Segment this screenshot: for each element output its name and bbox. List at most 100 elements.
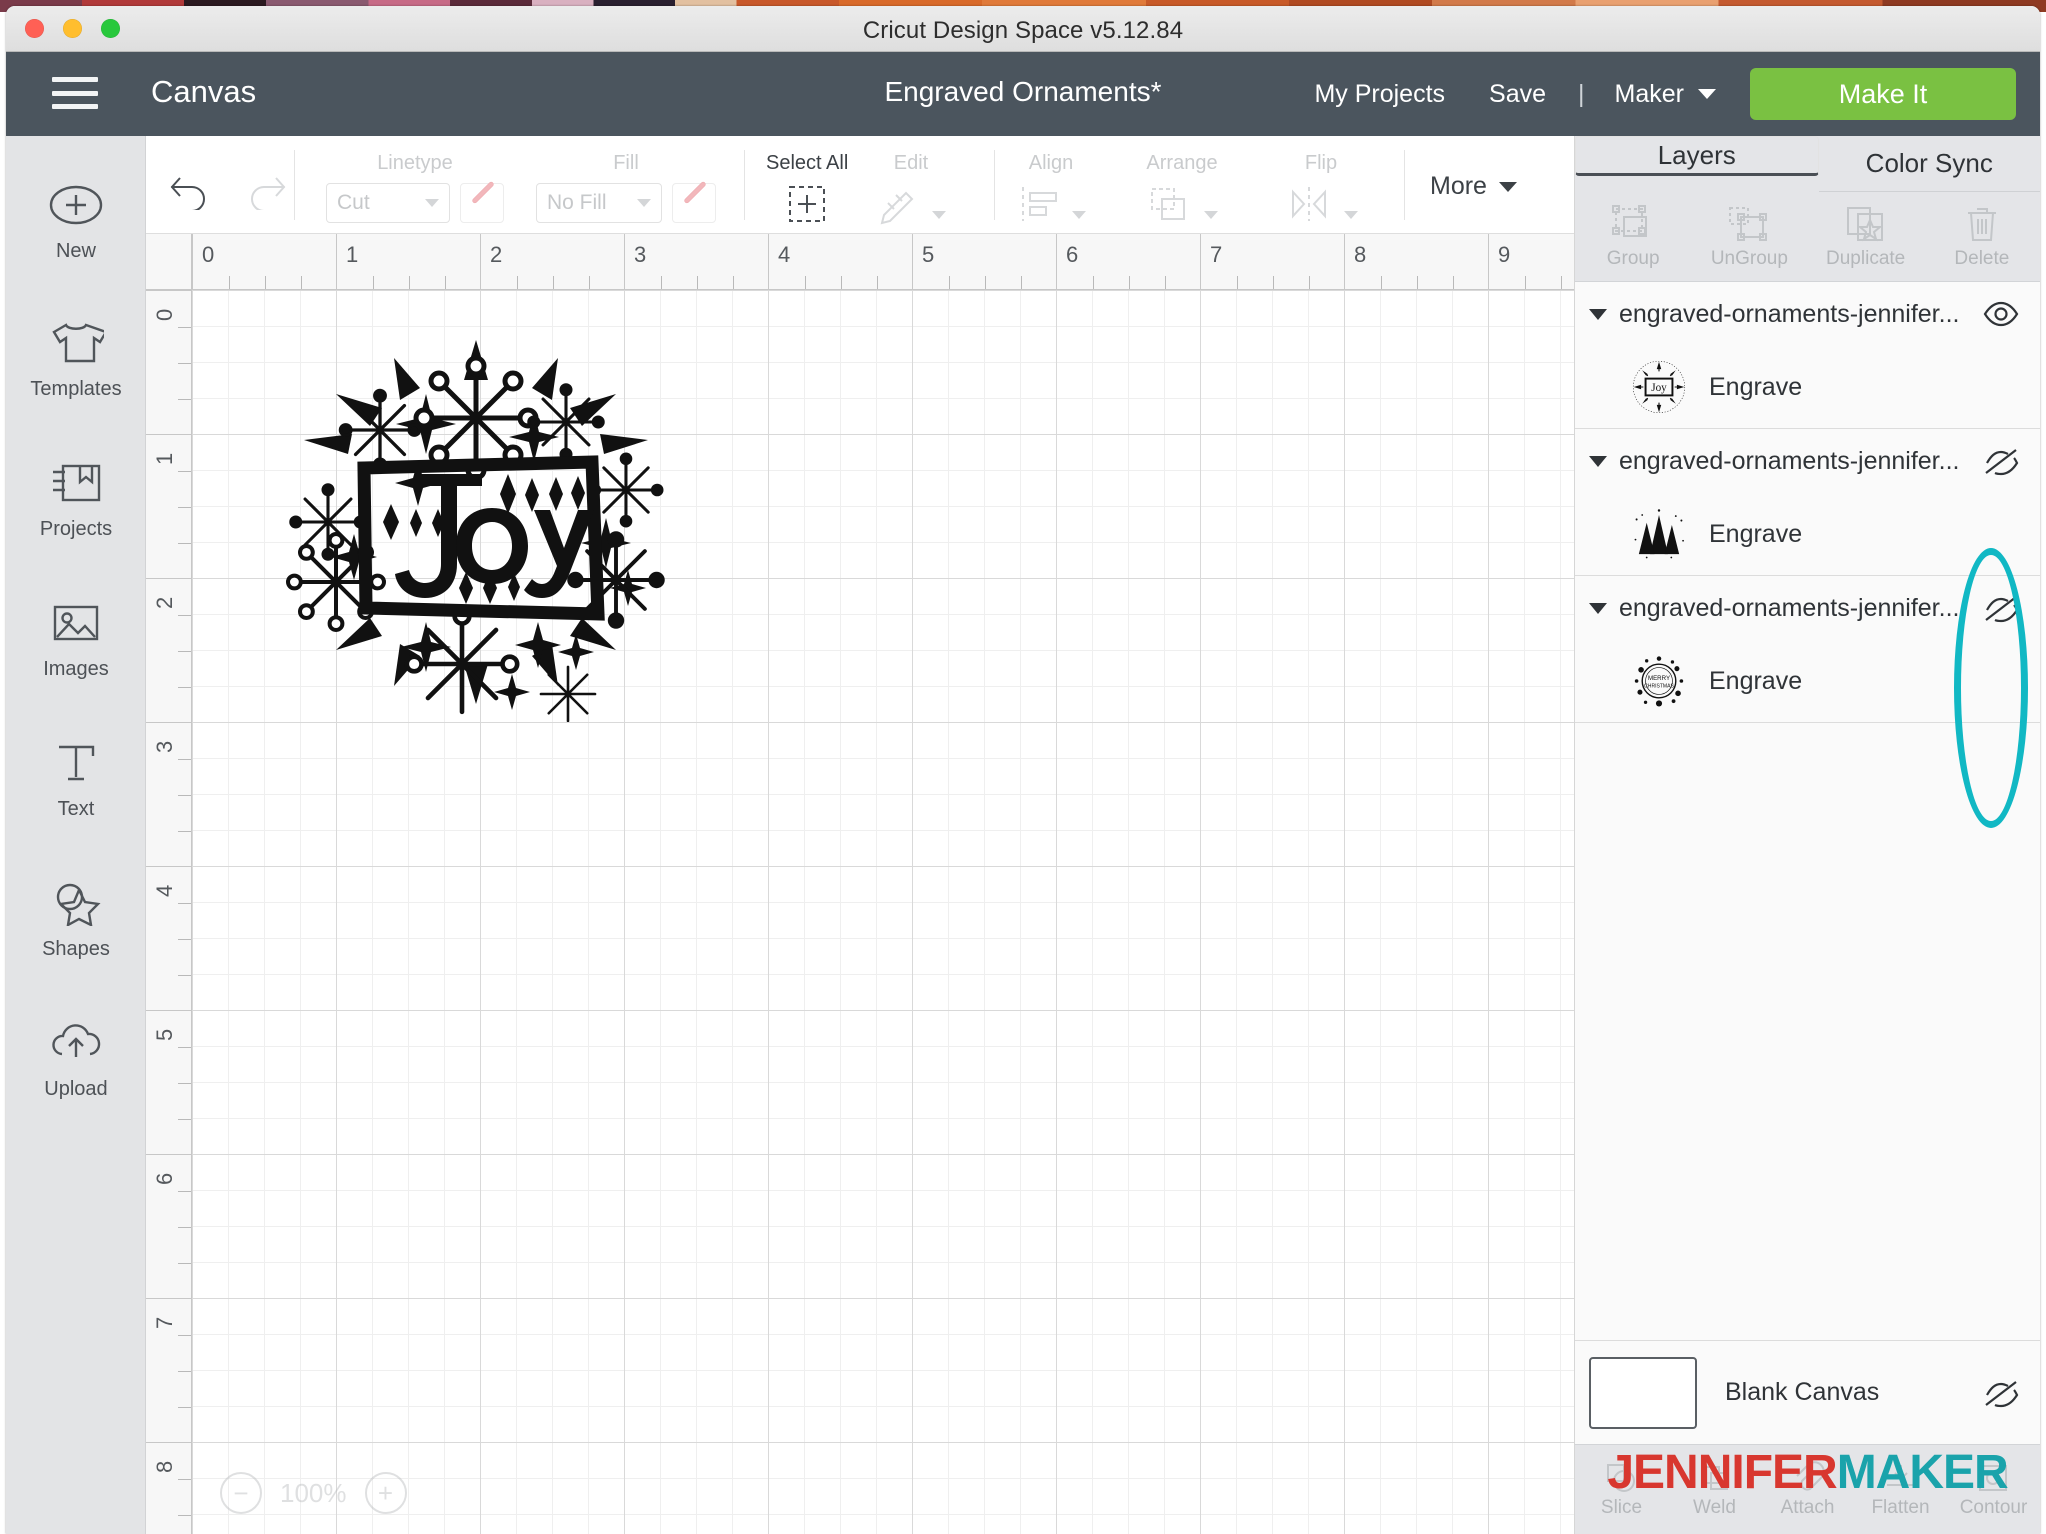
edit-icon[interactable] — [876, 183, 922, 225]
zoom-in-button[interactable]: + — [364, 1472, 407, 1514]
flip-icon[interactable] — [1284, 183, 1334, 225]
ruler-h-inch: 5 — [912, 234, 1056, 289]
tab-color-sync[interactable]: Color Sync — [1818, 136, 2040, 192]
fill-caption: Fill — [613, 152, 639, 174]
ruler-tick — [178, 615, 191, 616]
fill-value: No Fill — [547, 191, 607, 214]
ruler-tick — [1273, 276, 1274, 289]
ruler-tick — [178, 1335, 191, 1336]
chevron-down-icon[interactable] — [1072, 211, 1086, 219]
my-projects-button[interactable]: My Projects — [1292, 80, 1467, 109]
linetype-select[interactable]: Cut — [326, 183, 450, 223]
ruler-h-label: 9 — [1498, 242, 1511, 267]
layer-name: engraved-ornaments-jennifer... — [1619, 593, 1960, 622]
weld-button[interactable]: Weld — [1668, 1445, 1761, 1534]
sidebar-item-templates[interactable]: Templates — [6, 314, 146, 401]
chevron-down-icon[interactable] — [1204, 211, 1218, 219]
sidebar-item-shapes[interactable]: Shapes — [6, 874, 146, 961]
ruler-v-label: 2 — [152, 596, 177, 609]
attach-icon — [1795, 1460, 1825, 1491]
ruler-v-label: 8 — [152, 1460, 177, 1473]
ruler-h-label: 5 — [922, 242, 935, 267]
make-it-button[interactable]: Make It — [1750, 68, 2016, 120]
cloud-upload-icon — [6, 1014, 146, 1072]
ungroup-label: UnGroup — [1710, 247, 1788, 269]
svg-text:Joy: Joy — [1651, 382, 1667, 394]
layer-name: engraved-ornaments-jennifer... — [1619, 299, 1960, 328]
contour-button[interactable]: Contour — [1947, 1445, 2040, 1534]
joy-ornament-design[interactable] — [276, 322, 676, 722]
canvas-grid[interactable]: − 100% + — [192, 290, 1574, 1534]
layer-tools: Group UnGroup Duplicate Delete — [1575, 192, 2040, 282]
ruler-tick — [1237, 276, 1238, 289]
blank-canvas-row[interactable]: Blank Canvas — [1575, 1340, 2040, 1444]
slice-label: Slice — [1600, 1496, 1643, 1518]
star-shapes-icon — [6, 874, 146, 932]
duplicate-icon — [1846, 206, 1883, 241]
sidebar-item-upload[interactable]: Upload — [6, 1014, 146, 1101]
chevron-down-icon[interactable] — [932, 211, 946, 219]
ruler-tick — [178, 759, 191, 760]
layer-row[interactable]: Engrave — [1575, 493, 2040, 575]
save-button[interactable]: Save — [1467, 80, 1568, 109]
layer-operation: Engrave — [1709, 372, 1803, 401]
eye-slash-icon[interactable] — [1982, 1378, 2020, 1408]
linetype-color-swatch[interactable] — [460, 183, 504, 223]
delete-button[interactable]: Delete — [1924, 192, 2040, 281]
zoom-level: 100% — [280, 1477, 347, 1508]
sidebar-item-images[interactable]: Images — [6, 594, 146, 681]
ruler-h-label: 7 — [1210, 242, 1223, 267]
layer-header[interactable]: engraved-ornaments-jennifer... — [1575, 429, 2040, 493]
ruler-v-label: 4 — [152, 884, 177, 897]
sidebar-item-new[interactable]: New — [6, 176, 146, 263]
ruler-tick — [178, 1083, 191, 1084]
flatten-button[interactable]: Flatten — [1854, 1445, 1947, 1534]
fill-select[interactable]: No Fill — [536, 183, 662, 223]
ruler-tick — [373, 276, 374, 289]
ungroup-button[interactable]: UnGroup — [1691, 192, 1807, 281]
eye-icon[interactable] — [1982, 299, 2020, 329]
arrange-icon[interactable] — [1146, 183, 1194, 225]
layer-row[interactable]: MERRY CHRISTMAS Engrave — [1575, 640, 2040, 722]
layer-row[interactable]: Joy Engrave — [1575, 346, 2040, 428]
ruler-tick — [178, 1263, 191, 1264]
ruler-tick — [517, 276, 518, 289]
attach-label: Attach — [1780, 1496, 1835, 1518]
sidebar-item-projects[interactable]: Projects — [6, 454, 146, 541]
fill-color-swatch[interactable] — [672, 183, 716, 223]
sidebar-item-text[interactable]: Text — [6, 734, 146, 821]
chevron-down-icon[interactable] — [1589, 308, 1607, 320]
group-button[interactable]: Group — [1575, 192, 1691, 281]
align-icon[interactable] — [1016, 183, 1062, 225]
layer-header[interactable]: engraved-ornaments-jennifer... — [1575, 282, 2040, 346]
duplicate-button[interactable]: Duplicate — [1808, 192, 1924, 281]
chevron-down-icon[interactable] — [1589, 602, 1607, 614]
select-all-icon[interactable] — [785, 183, 829, 225]
svg-text:MERRY: MERRY — [1648, 675, 1670, 682]
slice-button[interactable]: Slice — [1575, 1445, 1668, 1534]
machine-selector[interactable]: Maker — [1595, 80, 1736, 109]
blank-canvas-swatch[interactable] — [1589, 1356, 1697, 1429]
tab-layers[interactable]: Layers — [1575, 136, 1819, 176]
ruler-tick — [1129, 276, 1130, 289]
eye-slash-icon[interactable] — [1982, 593, 2020, 623]
design-canvas-area[interactable]: 0123456789 012345678 − 100% + — [146, 234, 1574, 1534]
attach-button[interactable]: Attach — [1761, 1445, 1854, 1534]
header-actions: My Projects Save | Maker Make It — [1292, 52, 2016, 136]
ruler-v-label: 6 — [152, 1172, 177, 1185]
ruler-tick — [178, 1119, 191, 1120]
ruler-v-inch: 5 — [146, 1010, 191, 1154]
ruler-tick — [229, 276, 230, 289]
ruler-h-inch: 9 — [1488, 234, 1574, 289]
eye-slash-icon[interactable] — [1982, 446, 2020, 476]
zoom-out-button[interactable]: − — [220, 1472, 262, 1514]
redo-icon[interactable] — [242, 166, 290, 210]
chevron-down-icon[interactable] — [1589, 455, 1607, 467]
ruler-tick — [178, 1407, 191, 1408]
layer-header[interactable]: engraved-ornaments-jennifer... — [1575, 576, 2040, 640]
workspace: New Templates Projects Images Text Shape… — [6, 136, 2040, 1534]
ruler-tick — [178, 795, 191, 796]
chevron-down-icon[interactable] — [1344, 211, 1358, 219]
flatten-icon — [1886, 1464, 1915, 1486]
undo-icon[interactable] — [166, 166, 214, 210]
